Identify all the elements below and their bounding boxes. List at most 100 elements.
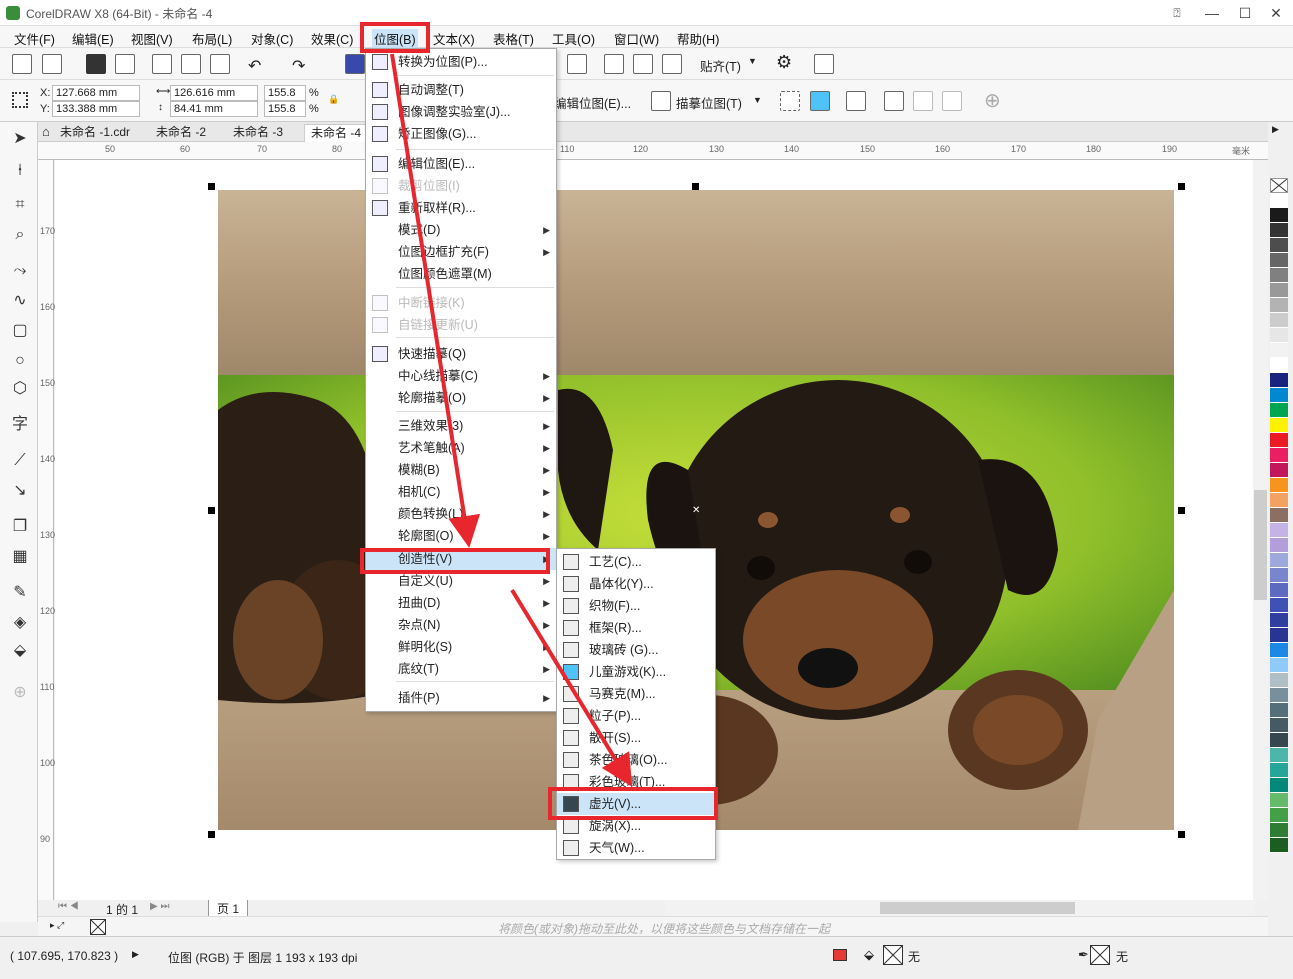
order-icon[interactable] [942,91,962,111]
creative-menu-item[interactable]: 玻璃砖 (G)... [557,639,715,661]
palette-swatch[interactable] [1270,748,1288,763]
creative-menu-item[interactable]: 织物(F)... [557,595,715,617]
creative-menu-item[interactable]: 粒子(P)... [557,705,715,727]
shape-tool-icon[interactable]: ⍿ [9,160,31,182]
trace-bitmap-button[interactable]: 描摹位图(T) [676,93,742,112]
full-screen-icon[interactable] [567,54,587,74]
rectangle-tool-icon[interactable]: ▢ [9,320,31,342]
no-outline-swatch[interactable] [1090,945,1110,965]
wrap-text-icon[interactable] [884,91,904,111]
selection-handle[interactable] [208,183,215,190]
maximize-button[interactable]: ☐ [1231,2,1259,24]
zoom-tool-icon[interactable]: ⌕ [9,224,31,246]
launcher-icon[interactable] [814,54,834,74]
palette-swatch[interactable] [1270,268,1288,283]
palette-swatch[interactable] [1270,508,1288,523]
page-nav-first-icon[interactable]: ⏮ ◀ [58,901,79,912]
palette-swatch[interactable] [1270,628,1288,643]
menu-layout[interactable]: 布局(L) [192,29,232,48]
palette-swatch[interactable] [1270,718,1288,733]
tab-scroll-right-icon[interactable]: ▶ [1272,124,1279,135]
menu-table[interactable]: 表格(T) [493,29,534,48]
horizontal-ruler[interactable]: 50 60 70 80 110 120 130 140 150 160 170 … [38,142,1268,160]
bitmap-menu-item[interactable]: 相机(C) ▶ [366,481,556,503]
interactive-fill-icon[interactable]: ◈ [9,612,31,634]
bitmap-menu-item[interactable]: 矫正图像(G)... [366,123,556,145]
menu-effects[interactable]: 效果(C) [311,29,353,48]
palette-swatch[interactable] [1270,223,1288,238]
help-icon[interactable]: ⍰ [1163,2,1191,24]
cut-icon[interactable] [152,54,172,74]
palette-swatch[interactable] [1270,283,1288,298]
creative-menu-item[interactable]: 框架(R)... [557,617,715,639]
height-input[interactable]: 84.41 mm [170,101,258,117]
copy-icon[interactable] [181,54,201,74]
add-icon[interactable]: ⊕ [984,88,1001,113]
bitmap-menu-item[interactable]: 位图颜色遮罩(M) [366,263,556,285]
creative-menu-item[interactable]: 工艺(C)... [557,551,715,573]
palette-swatch[interactable] [1270,403,1288,418]
palette-swatch[interactable] [1270,298,1288,313]
menu-file[interactable]: 文件(F) [14,29,55,48]
palette-swatch[interactable] [1270,328,1288,343]
transparency-icon[interactable]: ▦ [9,546,31,568]
palette-swatch[interactable] [1270,553,1288,568]
chevron-down-icon[interactable]: ▼ [748,56,757,66]
show-grid-icon[interactable] [633,54,653,74]
menu-help[interactable]: 帮助(H) [677,29,719,48]
y-position-input[interactable]: 133.388 mm [52,101,140,117]
horizontal-scrollbar[interactable] [665,900,1255,916]
palette-swatch[interactable] [1270,823,1288,838]
polygon-tool-icon[interactable]: ⬡ [9,378,31,400]
eyedropper-icon[interactable]: ✎ [9,582,31,604]
document-palette-bar[interactable]: ▸ ⤢ 将颜色(或对象)拖动至此处，以便将这些颜色与文档存储在一起 [38,916,1268,936]
palette-swatch[interactable] [1270,388,1288,403]
palette-swatch[interactable] [1270,643,1288,658]
smart-fill-icon[interactable]: ⬙ [9,640,31,662]
scale-y-input[interactable]: 155.8 [264,101,306,117]
palette-swatch[interactable] [1270,838,1288,853]
selection-handle[interactable] [692,183,699,190]
creative-menu-item[interactable]: 散开(S)... [557,727,715,749]
chevron-down-icon[interactable]: ▼ [753,95,762,105]
text-tool-icon[interactable]: 字 [9,414,31,436]
save-icon[interactable] [86,54,106,74]
minimize-button[interactable]: — [1198,2,1226,24]
menu-edit[interactable]: 编辑(E) [72,29,114,48]
scale-x-input[interactable]: 155.8 [264,85,306,101]
palette-swatch[interactable] [1270,808,1288,823]
bitmap-menu-item[interactable]: 图像调整实验室(J)... [366,101,556,123]
scroll-thumb[interactable] [880,902,1075,914]
selection-handle[interactable] [1178,183,1185,190]
tab-document-3[interactable]: 未命名 -3 [227,124,289,142]
show-guidelines-icon[interactable] [662,54,682,74]
selection-handle[interactable] [1178,831,1185,838]
palette-swatch[interactable] [1270,478,1288,493]
x-position-input[interactable]: 127.668 mm [52,85,140,101]
close-button[interactable]: ✕ [1262,2,1290,24]
no-fill-swatch[interactable] [883,945,903,965]
bitmap-menu-item[interactable]: 位图边框扩充(F) ▶ [366,241,556,263]
show-rulers-icon[interactable] [604,54,624,74]
palette-swatch[interactable] [1270,703,1288,718]
tab-document-2[interactable]: 未命名 -2 [150,124,212,142]
bitmap-menu-item[interactable]: 转换为位图(P)... [366,51,556,73]
print-icon[interactable] [115,54,135,74]
palette-swatch[interactable] [1270,613,1288,628]
bitmap-menu-item[interactable]: 鲜明化(S) ▶ [366,636,556,658]
bitmap-menu-item[interactable]: 重新取样(R)... [366,197,556,219]
palette-swatch[interactable] [1270,733,1288,748]
palette-swatch[interactable] [1270,253,1288,268]
palette-swatch[interactable] [1270,358,1288,373]
bitmap-menu-item[interactable]: 颜色转换(L) ▶ [366,503,556,525]
palette-swatch[interactable] [1270,538,1288,553]
palette-swatch[interactable] [1270,433,1288,448]
scroll-thumb[interactable] [1254,490,1267,600]
palette-swatch[interactable] [1270,688,1288,703]
bitmap-menu-item[interactable]: 快速描摹(Q) [366,343,556,365]
bitmap-menu-item[interactable]: 编辑位图(E)... [366,153,556,175]
gear-icon[interactable]: ⚙ [776,52,792,73]
palette-swatch[interactable] [1270,793,1288,808]
resample-icon[interactable] [810,91,830,111]
palette-swatch[interactable] [1270,208,1288,223]
